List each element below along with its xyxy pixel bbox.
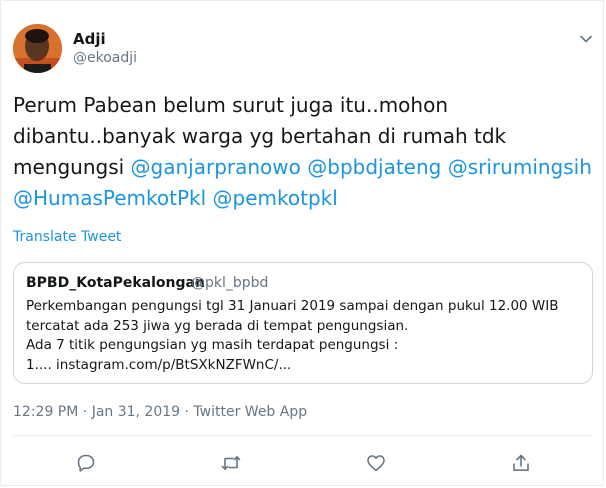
- tweet-metadata: 12:29 PM · Jan 31, 2019 · Twitter Web Ap…: [13, 404, 307, 420]
- author-handle[interactable]: @ekoadji: [73, 50, 137, 66]
- mention-link[interactable]: @bpbdjateng: [307, 155, 441, 179]
- tweet-date[interactable]: Jan 31, 2019: [92, 404, 180, 420]
- quoted-text-line: Perkembangan pengungsi tgl 31 Januari 20…: [26, 298, 559, 314]
- quoted-author-name: BPBD_KotaPekalongan: [26, 275, 205, 291]
- quoted-text-line: tercatat ada 253 jiwa yg berada di tempa…: [26, 317, 409, 334]
- retweet-icon[interactable]: [221, 453, 241, 473]
- tweet-card: Adji @ekoadji Perum Pabean belum surut j…: [0, 0, 604, 486]
- chevron-down-icon[interactable]: [578, 31, 594, 47]
- mention-link[interactable]: @pemkotpkl: [213, 186, 338, 210]
- separator: ·: [82, 404, 88, 420]
- quoted-text: Perkembangan pengungsi tgl 31 Januari 20…: [26, 297, 582, 375]
- share-icon[interactable]: [511, 453, 531, 473]
- mention-link[interactable]: @HumasPemkotPkl: [13, 186, 206, 210]
- tweet-source[interactable]: Twitter Web App: [193, 404, 307, 420]
- like-icon[interactable]: [366, 453, 386, 473]
- quoted-tweet[interactable]: BPBD_KotaPekalongan @pkl_bpbd Perkembang…: [13, 262, 593, 384]
- avatar[interactable]: [13, 24, 62, 73]
- mention-link[interactable]: @srirumingsih: [448, 155, 592, 179]
- mention-link[interactable]: @ganjarpranowo: [131, 155, 301, 179]
- quoted-text-line: Ada 7 titik pengungsian yg masih terdapa…: [26, 337, 399, 353]
- quoted-author-handle: @pkl_bpbd: [191, 275, 269, 291]
- reply-icon[interactable]: [76, 453, 96, 473]
- translate-tweet-link[interactable]: Translate Tweet: [13, 229, 121, 245]
- author-name[interactable]: Adji: [73, 30, 106, 48]
- quoted-text-line: 1.... instagram.com/p/BtSXkNZFWnC/...: [26, 356, 292, 373]
- divider: [13, 435, 593, 436]
- tweet-text: Perum Pabean belum surut juga itu..mohon…: [13, 90, 593, 214]
- separator: ·: [184, 404, 189, 420]
- tweet-time[interactable]: 12:29 PM: [13, 404, 78, 420]
